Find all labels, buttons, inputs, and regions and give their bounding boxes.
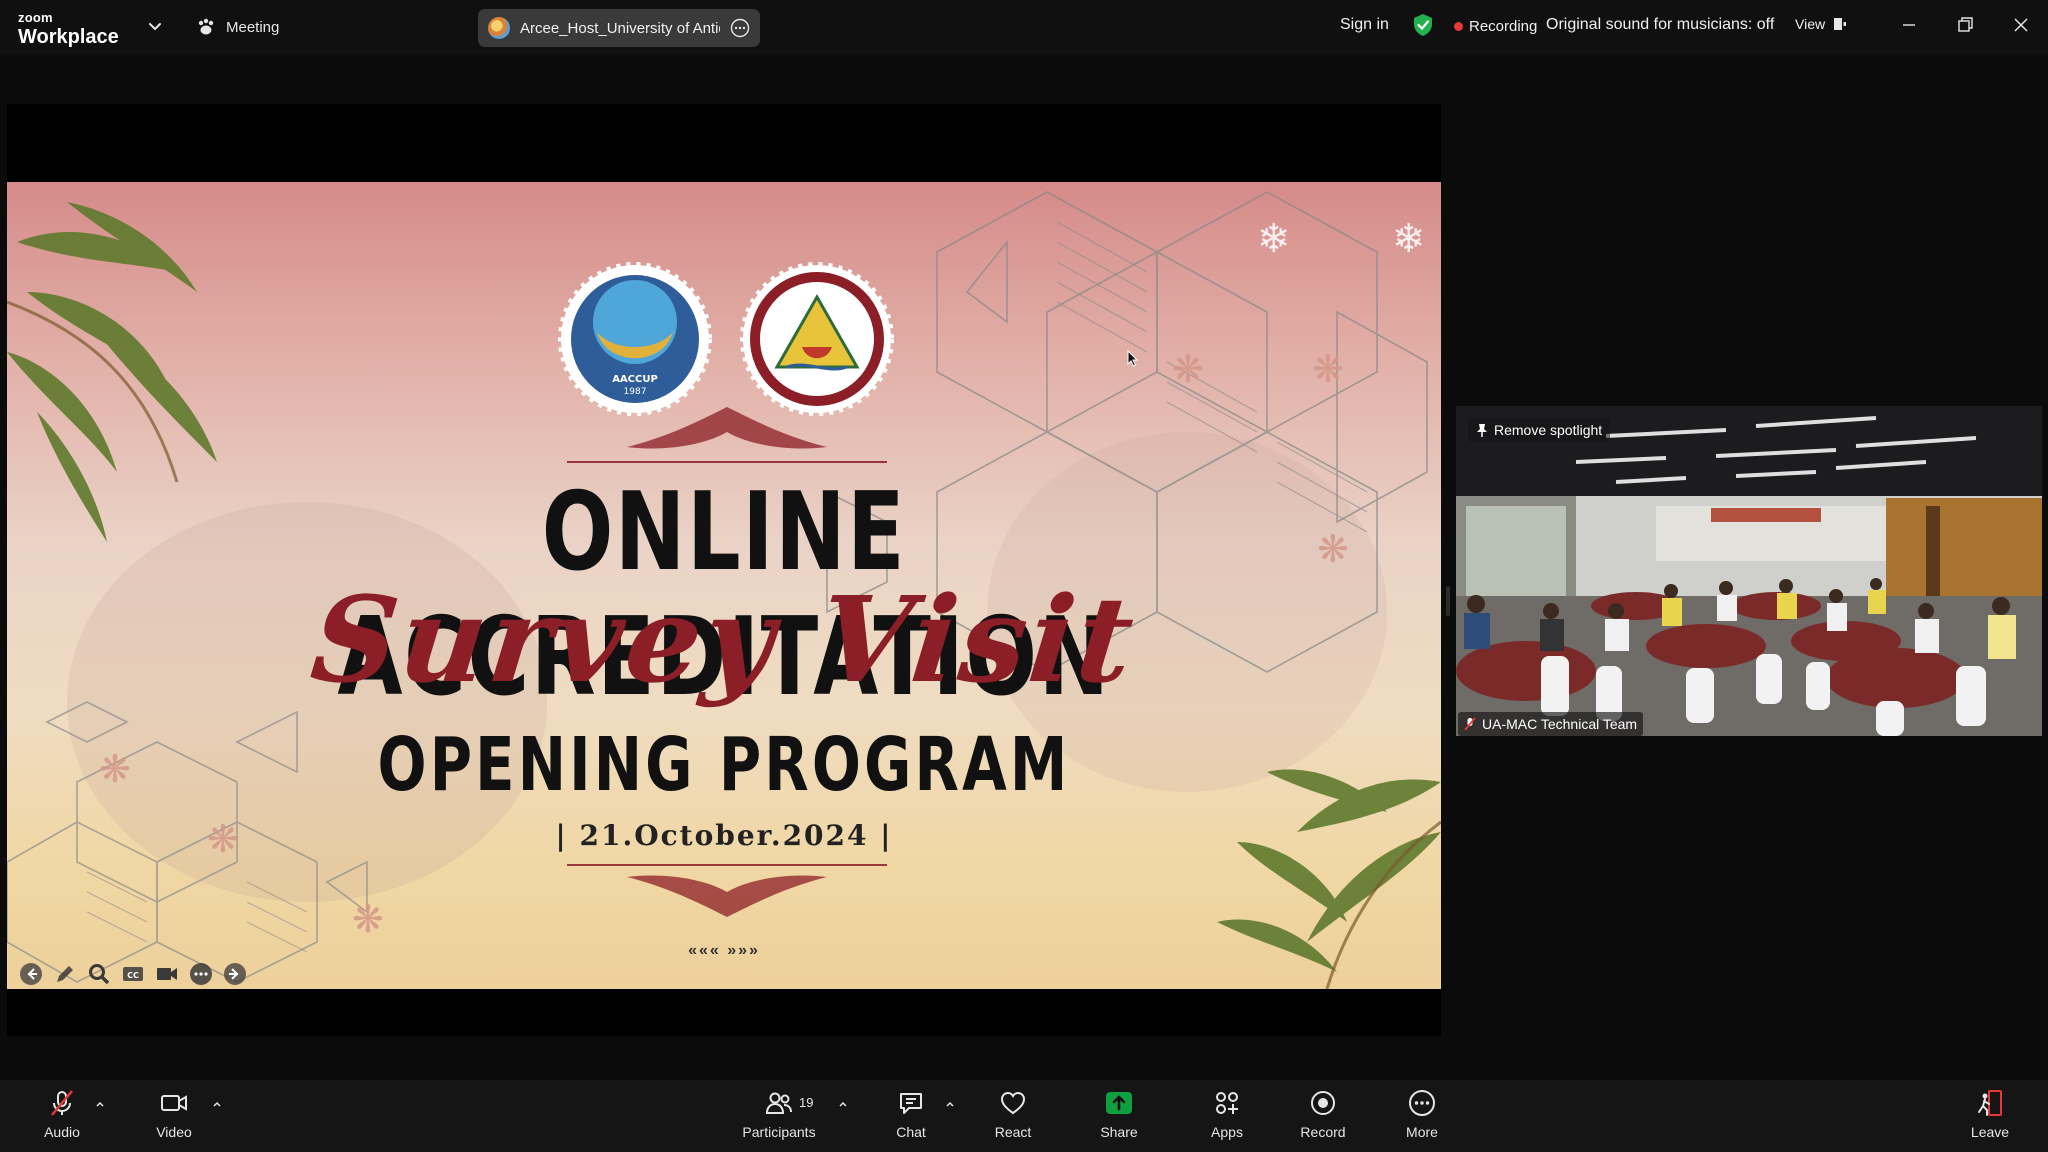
muted-microphone-icon: [51, 1090, 73, 1116]
more-button[interactable]: More: [1372, 1088, 1472, 1148]
slide-script-title: Survey Visit: [305, 570, 1143, 709]
leave-button[interactable]: Leave: [1940, 1088, 2040, 1148]
participant-name-label: UA-MAC Technical Team: [1458, 712, 1644, 736]
heart-icon: [1000, 1091, 1026, 1115]
more-label: More: [1406, 1124, 1438, 1140]
pen-icon[interactable]: [53, 962, 77, 986]
chat-button[interactable]: Chat: [861, 1088, 961, 1148]
svg-text:❄: ❄: [1257, 216, 1291, 262]
captions-icon[interactable]: CC: [121, 962, 145, 986]
more-icon[interactable]: [189, 962, 213, 986]
meeting-label: Meeting: [226, 18, 280, 36]
slide-date: | 21.October.2024 |: [555, 819, 893, 852]
view-button[interactable]: View: [1795, 16, 1847, 32]
svg-text:❄: ❄: [1392, 216, 1426, 262]
view-layout-icon: [1834, 18, 1847, 30]
share-button[interactable]: Share: [1069, 1088, 1169, 1148]
meeting-controls-toolbar: Audio Video Participants 19 Chat React S…: [0, 1080, 2048, 1152]
chat-options-caret-icon[interactable]: [944, 1098, 956, 1110]
presentation-tools: CC: [19, 962, 247, 986]
aaccup-logo: AACCUP 1987: [558, 262, 712, 416]
leave-label: Leave: [1970, 1124, 2010, 1140]
participants-icon: [765, 1092, 792, 1114]
recording-dot-icon: [1454, 22, 1463, 31]
title-bar: zoom Workplace Meeting Arcee_Host_Univer…: [0, 0, 2048, 54]
zoom-magnifier-icon[interactable]: [87, 962, 111, 986]
audio-button[interactable]: Audio: [12, 1088, 112, 1148]
slide-nav-arrows: ««« »»»: [688, 942, 760, 959]
participant-video-feed: [1456, 406, 2042, 736]
share-label: Share: [1100, 1124, 1138, 1140]
leave-door-icon: [1978, 1090, 2002, 1116]
react-button[interactable]: React: [963, 1088, 1063, 1148]
sign-in-link[interactable]: Sign in: [1340, 16, 1389, 34]
mouse-cursor-icon: [1127, 350, 1139, 367]
restore-icon[interactable]: [1954, 14, 1976, 36]
zoom-workplace-logo: zoom Workplace: [18, 10, 119, 47]
react-label: React: [994, 1124, 1032, 1140]
logo-zoom-text: zoom: [18, 10, 53, 25]
original-sound-status[interactable]: Original sound for musicians: off: [1546, 16, 1774, 34]
participants-button[interactable]: Participants: [729, 1088, 829, 1148]
participants-options-caret-icon[interactable]: [837, 1098, 849, 1110]
shared-screen[interactable]: ❄ ❄ ❋ ❋ ❋ ❋ ❋ ❋ AACCUP 1987 ONLINE ACCRE…: [7, 104, 1441, 1036]
chevron-down-icon[interactable]: [146, 17, 164, 35]
apps-grid-icon: [1216, 1092, 1238, 1114]
host-name: Arcee_Host_University of Antique: [520, 19, 720, 37]
svg-text:❋: ❋: [1312, 347, 1344, 391]
svg-text:❋: ❋: [352, 897, 384, 941]
recording-label[interactable]: Recording: [1469, 18, 1537, 35]
svg-text:1987: 1987: [624, 387, 647, 397]
spotlight-video-tile[interactable]: Remove spotlight UA-MAC Technical Team: [1456, 406, 2042, 736]
audio-options-caret-icon[interactable]: [94, 1098, 106, 1110]
shield-check-icon[interactable]: [1412, 13, 1434, 37]
remove-spotlight-button[interactable]: Remove spotlight: [1468, 418, 1611, 442]
svg-text:❋: ❋: [1317, 527, 1349, 571]
audio-label: Audio: [44, 1124, 80, 1140]
minimize-icon[interactable]: [1898, 14, 1920, 36]
participant-name: UA-MAC Technical Team: [1482, 716, 1638, 732]
camera-icon[interactable]: [155, 962, 179, 986]
logo-workplace-text: Workplace: [18, 26, 119, 48]
view-label: View: [1795, 16, 1826, 32]
record-label: Record: [1300, 1124, 1346, 1140]
previous-slide-icon[interactable]: [19, 962, 43, 986]
host-pill[interactable]: Arcee_Host_University of Antique: [478, 9, 760, 47]
paw-icon: [198, 18, 214, 35]
panel-resize-handle[interactable]: [1446, 586, 1450, 616]
svg-text:AACCUP: AACCUP: [612, 374, 658, 385]
svg-text:CC: CC: [127, 971, 139, 980]
close-icon[interactable]: [2010, 14, 2032, 36]
more-dots-icon: [1409, 1090, 1435, 1116]
chat-label: Chat: [896, 1124, 926, 1140]
next-slide-icon[interactable]: [223, 962, 247, 986]
video-options-caret-icon[interactable]: [211, 1098, 223, 1110]
participants-count: 19: [799, 1095, 814, 1110]
video-label: Video: [156, 1124, 192, 1140]
svg-text:❋: ❋: [99, 747, 131, 791]
more-options-icon[interactable]: [730, 18, 750, 38]
remove-spotlight-label: Remove spotlight: [1494, 422, 1603, 438]
presentation-slide: ❄ ❄ ❋ ❋ ❋ ❋ ❋ ❋ AACCUP 1987 ONLINE ACCRE…: [7, 182, 1441, 989]
video-camera-icon: [161, 1095, 187, 1111]
muted-mic-icon: [1464, 717, 1476, 731]
slide-subtitle: OPENING PROGRAM: [377, 722, 1071, 808]
share-screen-icon: [1106, 1092, 1132, 1114]
pin-icon: [1477, 424, 1487, 437]
apps-label: Apps: [1211, 1124, 1243, 1140]
meeting-button[interactable]: Meeting: [196, 14, 279, 40]
record-icon: [1311, 1091, 1335, 1115]
record-button[interactable]: Record: [1273, 1088, 1373, 1148]
participants-label: Participants: [742, 1124, 816, 1140]
svg-text:❋: ❋: [1172, 347, 1204, 391]
host-avatar: [488, 17, 510, 39]
video-button[interactable]: Video: [124, 1088, 224, 1148]
chat-bubble-icon: [900, 1093, 922, 1114]
university-of-antique-logo: [740, 262, 894, 416]
apps-button[interactable]: Apps: [1177, 1088, 1277, 1148]
